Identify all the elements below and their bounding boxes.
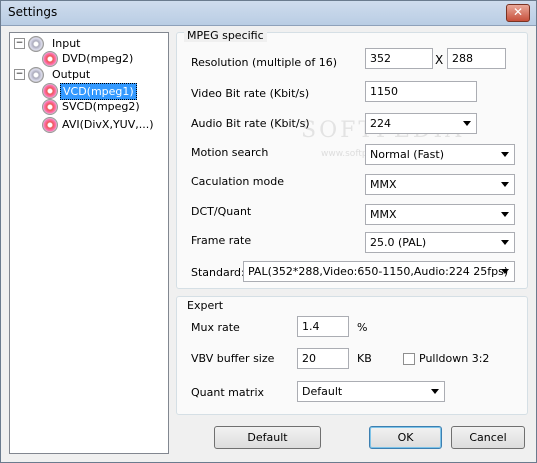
standard-label: Standard: <box>191 266 245 279</box>
resolution-height-input[interactable]: 288 <box>447 48 506 69</box>
dct-quant-value: MMX <box>370 208 397 221</box>
mpeg-group-title: MPEG specific <box>184 29 267 42</box>
disc-icon <box>28 67 44 83</box>
format-tree[interactable]: − Input DVD(mpeg2) − Output VCD(mpeg1) S… <box>9 32 169 454</box>
calc-mode-value: MMX <box>370 178 397 191</box>
dropdown-arrow-icon <box>501 212 509 217</box>
dropdown-arrow-icon <box>431 389 439 394</box>
resolution-separator: X <box>435 53 444 67</box>
dct-quant-select[interactable]: MMX <box>365 204 515 225</box>
cancel-button[interactable]: Cancel <box>451 426 525 449</box>
resolution-width-input[interactable]: 352 <box>365 48 433 69</box>
mux-rate-unit: % <box>357 321 368 334</box>
disc-icon <box>42 99 58 115</box>
window-title: Settings <box>8 5 58 19</box>
disc-icon <box>28 36 44 52</box>
expert-group-title: Expert <box>184 299 227 312</box>
disc-icon <box>42 117 58 133</box>
audio-bitrate-select[interactable]: 224 <box>365 113 477 134</box>
quant-matrix-label: Quant matrix <box>191 386 265 399</box>
dropdown-arrow-icon <box>501 269 509 274</box>
mux-rate-input[interactable]: 1.4 <box>297 316 349 337</box>
motion-search-select[interactable]: Normal (Fast) <box>365 144 515 165</box>
motion-search-label: Motion search <box>191 146 269 159</box>
audio-bitrate-label: Audio Bit rate (Kbit/s) <box>191 117 310 130</box>
dropdown-arrow-icon <box>501 152 509 157</box>
dct-quant-label: DCT/Quant <box>191 205 252 218</box>
output-expander[interactable]: − <box>14 69 25 80</box>
tree-node-vcd[interactable]: VCD(mpeg1) <box>60 83 137 100</box>
quant-matrix-value: Default <box>302 385 343 398</box>
standard-value: PAL(352*288,Video:650-1150,Audio:224 25f… <box>248 265 509 278</box>
frame-rate-label: Frame rate <box>191 234 252 247</box>
resolution-label: Resolution (multiple of 16) <box>191 56 338 69</box>
tree-node-dvd[interactable]: DVD(mpeg2) <box>62 51 133 66</box>
tree-node-output[interactable]: Output <box>52 67 90 82</box>
title-bar[interactable]: Settings ✕ <box>1 1 536 26</box>
pulldown-checkbox[interactable] <box>403 353 415 365</box>
vbv-buffer-label: VBV buffer size <box>191 352 275 365</box>
close-button[interactable]: ✕ <box>506 4 530 22</box>
frame-rate-value: 25.0 (PAL) <box>370 236 427 249</box>
standard-select[interactable]: PAL(352*288,Video:650-1150,Audio:224 25f… <box>243 261 515 282</box>
pulldown-label: Pulldown 3:2 <box>419 352 490 365</box>
dropdown-arrow-icon <box>501 240 509 245</box>
tree-node-svcd[interactable]: SVCD(mpeg2) <box>62 99 140 114</box>
disc-icon <box>42 51 58 67</box>
ok-button[interactable]: OK <box>369 426 442 449</box>
frame-rate-select[interactable]: 25.0 (PAL) <box>365 232 515 253</box>
vbv-buffer-unit: KB <box>357 352 372 365</box>
input-expander[interactable]: − <box>14 38 25 49</box>
calc-mode-select[interactable]: MMX <box>365 174 515 195</box>
quant-matrix-select[interactable]: Default <box>297 381 445 402</box>
calc-mode-label: Caculation mode <box>191 175 285 188</box>
mux-rate-label: Mux rate <box>191 321 240 334</box>
close-icon: ✕ <box>512 5 524 19</box>
audio-bitrate-value: 224 <box>370 117 391 130</box>
dropdown-arrow-icon <box>463 121 471 126</box>
video-bitrate-label: Video Bit rate (Kbit/s) <box>191 87 310 100</box>
vbv-buffer-input[interactable]: 20 <box>297 348 349 369</box>
video-bitrate-input[interactable]: 1150 <box>365 81 477 102</box>
dropdown-arrow-icon <box>501 182 509 187</box>
settings-window: Settings ✕ − Input DVD(mpeg2) − Output V… <box>0 0 537 463</box>
tree-node-avi[interactable]: AVI(DivX,YUV,...) <box>62 117 154 132</box>
tree-node-input[interactable]: Input <box>52 36 80 51</box>
motion-search-value: Normal (Fast) <box>370 148 444 161</box>
default-button[interactable]: Default <box>214 426 321 449</box>
disc-icon <box>42 83 58 99</box>
